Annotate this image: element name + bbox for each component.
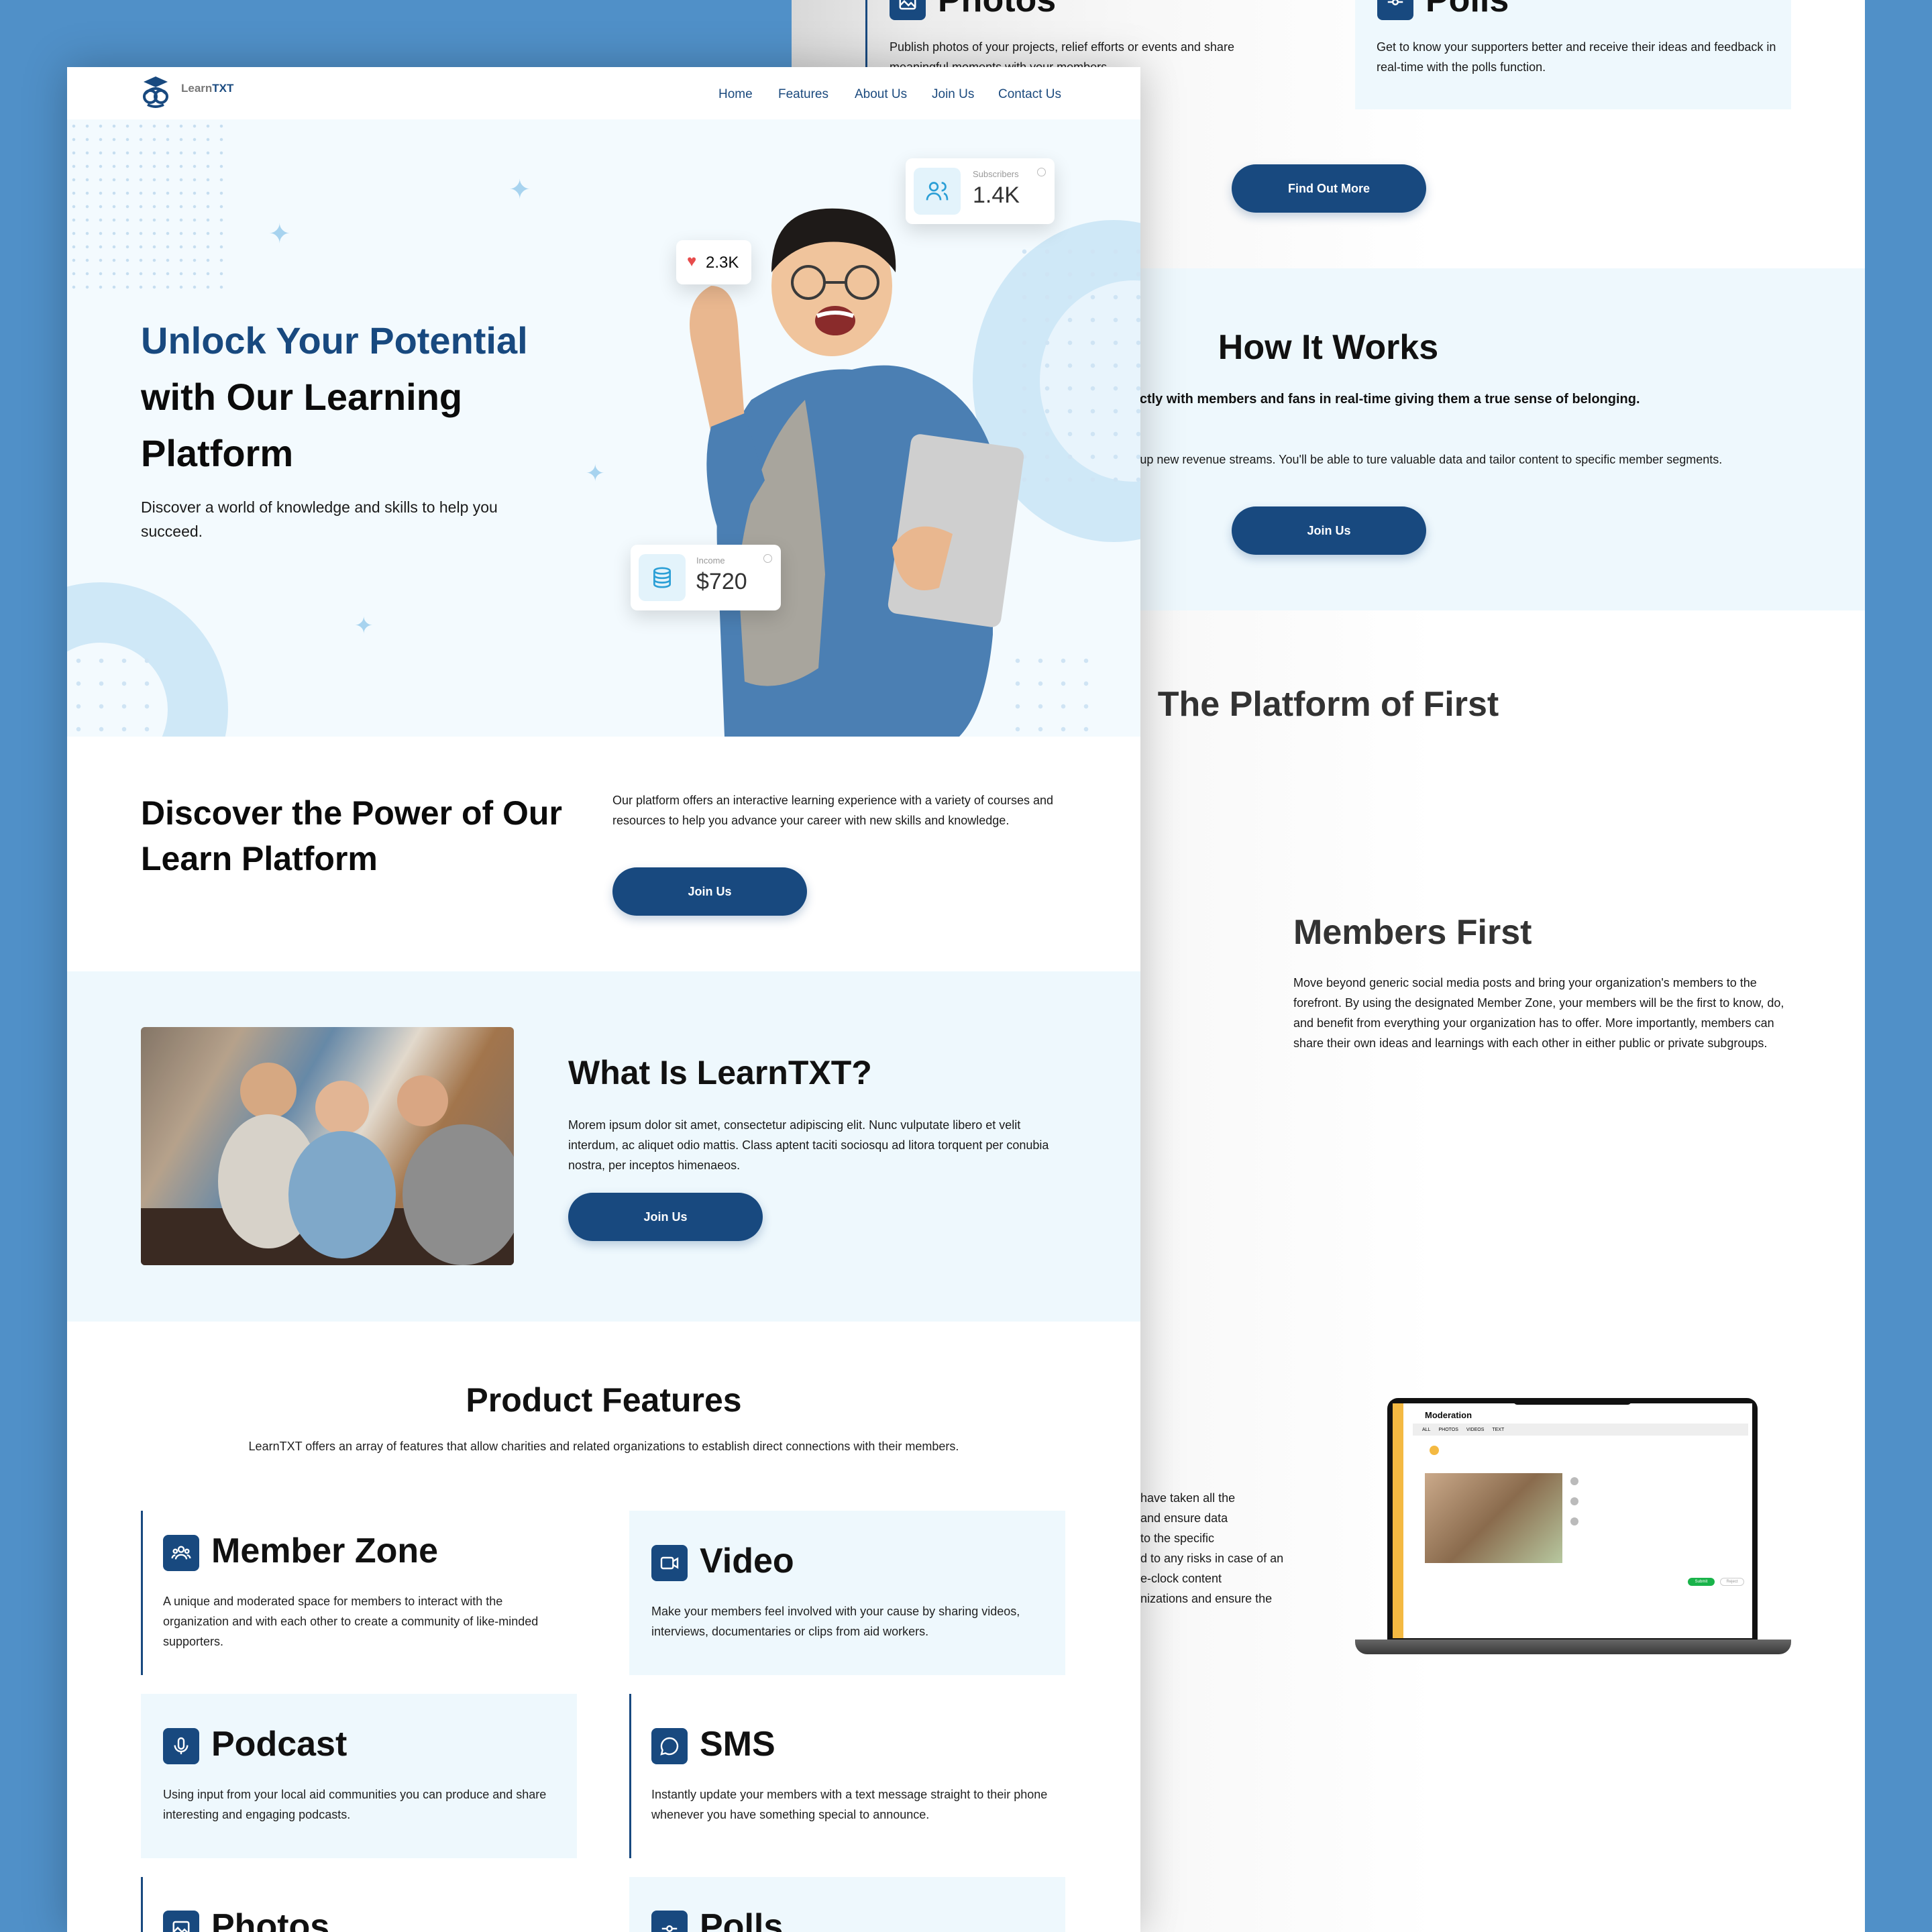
laptop-mockup: Moderation ALL PHOTOS VIDEOS TEXT Submit… (1387, 1398, 1758, 1640)
how-join-us-button[interactable]: Join Us (1232, 506, 1426, 555)
features-title: Product Features (466, 1381, 742, 1419)
dot-pattern (67, 119, 225, 295)
hero-subtitle: Discover a world of knowledge and skills… (141, 498, 498, 540)
feature-title-video: Video (700, 1542, 794, 1580)
what-is-join-button[interactable]: Join Us (568, 1193, 763, 1241)
laptop-base (1355, 1640, 1791, 1654)
feature-card-polls (629, 1877, 1065, 1932)
nav-contact-us[interactable]: Contact Us (998, 87, 1061, 102)
likes-count: 2.3K (706, 254, 739, 272)
discover-title: Discover the Power of Our Learn Platform (141, 794, 562, 877)
feature-title-podcast: Podcast (211, 1725, 347, 1764)
members-first-title: Members First (1293, 913, 1532, 952)
feature-title-photos: Photos (211, 1907, 330, 1932)
microphone-icon (163, 1728, 199, 1764)
feature-card-border (141, 1877, 143, 1932)
sparkle-icon: ✦ (508, 175, 531, 205)
laptop-sidebar (1393, 1403, 1403, 1638)
front-page: LearnTXT Home Features About Us Join Us … (67, 67, 1140, 1932)
nav-features[interactable]: Features (778, 87, 828, 102)
coins-icon (639, 554, 686, 601)
moderation-photo (1425, 1473, 1562, 1563)
subscribers-card: Subscribers 1.4K (906, 158, 1055, 224)
photos-title: Photos (938, 0, 1057, 19)
what-is-text: Morem ipsum dolor sit amet, consectetur … (568, 1118, 1049, 1172)
feature-text-video: Make your members feel involved with you… (651, 1605, 1020, 1638)
moderation-title: Moderation (1425, 1410, 1472, 1420)
discover-text: Our platform offers an interactive learn… (612, 794, 1053, 827)
income-card: Income $720 (631, 545, 781, 610)
members-first-text: Move beyond generic social media posts a… (1293, 976, 1784, 1050)
feature-title-sms: SMS (700, 1725, 775, 1764)
hero-title: Unlock Your Potential with Our Learning … (141, 319, 528, 474)
info-icon (763, 554, 772, 563)
students-photo (141, 1027, 514, 1265)
info-icon (1037, 168, 1046, 176)
header: LearnTXT Home Features About Us Join Us … (67, 67, 1140, 119)
find-out-more-button[interactable]: Find Out More (1232, 164, 1426, 213)
owl-graduate-icon[interactable] (141, 74, 170, 110)
feature-title-member-zone: Member Zone (211, 1532, 439, 1570)
reject-button[interactable]: Reject (1720, 1578, 1744, 1586)
image-icon (163, 1911, 199, 1932)
feature-text-podcast: Using input from your local aid communit… (163, 1788, 547, 1821)
poll-slider-icon (651, 1911, 688, 1932)
avatar (1430, 1446, 1439, 1455)
polls-title: Polls (1426, 0, 1509, 19)
feature-card-border (141, 1511, 143, 1675)
features-subtitle: LearnTXT offers an array of features tha… (248, 1440, 959, 1453)
feature-title-polls: Polls (700, 1907, 784, 1932)
hero-section: ✦ ✦ ✦ ✦ Unlock Your Potential with Our L… (67, 119, 1140, 737)
submit-button[interactable]: Submit (1688, 1578, 1715, 1586)
safety-text: have taken all the and ensure data to th… (1140, 1491, 1284, 1605)
sparkle-icon: ✦ (354, 613, 374, 639)
nav-home[interactable]: Home (718, 87, 753, 102)
image-icon (890, 0, 926, 20)
feature-card-border (629, 1694, 631, 1858)
subscribers-label: Subscribers (973, 169, 1019, 179)
income-value: $720 (696, 569, 747, 594)
nav-join-us[interactable]: Join Us (932, 87, 974, 102)
heart-icon: ♥ (687, 252, 697, 270)
laptop-tabs: ALL PHOTOS VIDEOS TEXT (1413, 1424, 1748, 1436)
video-camera-icon (651, 1545, 688, 1581)
brand-name[interactable]: LearnTXT (181, 82, 233, 95)
discover-join-button[interactable]: Join Us (612, 867, 807, 916)
feature-card-podcast (141, 1694, 577, 1858)
sparkle-icon: ✦ (268, 219, 291, 249)
feature-card-video (629, 1511, 1065, 1675)
likes-card: ♥ 2.3K (676, 240, 751, 284)
users-icon (914, 168, 961, 215)
feature-text-sms: Instantly update your members with a tex… (651, 1788, 1048, 1821)
what-is-title: What Is LearnTXT? (568, 1054, 872, 1091)
laptop-screen: Moderation ALL PHOTOS VIDEOS TEXT Submit… (1393, 1403, 1752, 1638)
income-label: Income (696, 555, 725, 566)
polls-text: Get to know your supporters better and r… (1377, 40, 1776, 74)
feature-text-member-zone: A unique and moderated space for members… (163, 1595, 539, 1648)
users-group-icon (163, 1535, 199, 1571)
nav-about-us[interactable]: About Us (855, 87, 907, 102)
chat-bubble-icon (651, 1728, 688, 1764)
subscribers-value: 1.4K (973, 182, 1020, 208)
poll-slider-icon (1377, 0, 1413, 20)
